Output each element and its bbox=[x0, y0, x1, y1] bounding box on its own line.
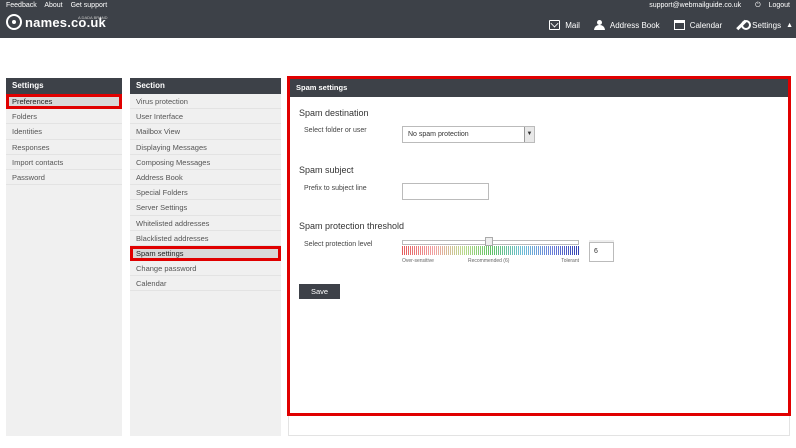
protection-level-input[interactable]: 6 bbox=[589, 242, 614, 262]
spam-destination-heading: Spam destination bbox=[299, 108, 369, 118]
save-button[interactable]: Save bbox=[299, 284, 340, 299]
user-area: support@webmailguide.co.uk ⏻ Logout bbox=[643, 2, 790, 10]
nav-mail[interactable]: Mail bbox=[542, 14, 587, 36]
spam-destination-value: No spam protection bbox=[408, 131, 469, 138]
section-item-spam-settings[interactable]: Spam settings bbox=[130, 245, 281, 262]
mail-icon bbox=[549, 20, 561, 30]
address-book-icon bbox=[593, 20, 605, 30]
section-panel: Section Virus protection User Interface … bbox=[130, 78, 281, 436]
subject-prefix-label: Prefix to subject line bbox=[304, 185, 367, 192]
section-item-calendar[interactable]: Calendar bbox=[130, 276, 281, 292]
dropdown-arrow-icon[interactable]: ▼ bbox=[524, 127, 534, 142]
caret-up-icon[interactable]: ▲ bbox=[786, 22, 793, 29]
section-panel-title: Section bbox=[130, 78, 281, 94]
label-over-sensitive: Over-sensitive bbox=[402, 258, 434, 264]
section-item-blacklisted-addresses[interactable]: Blacklisted addresses bbox=[130, 231, 281, 246]
feedback-link[interactable]: Feedback bbox=[6, 2, 37, 9]
settings-item-import-contacts[interactable]: Import contacts bbox=[6, 155, 122, 170]
nav-settings[interactable]: Settings ▲ bbox=[729, 14, 796, 36]
nav-mail-label: Mail bbox=[565, 20, 580, 30]
get-support-link[interactable]: Get support bbox=[71, 2, 108, 9]
spam-destination-select[interactable]: No spam protection ▼ bbox=[402, 126, 535, 143]
settings-item-responses[interactable]: Responses bbox=[6, 140, 122, 155]
protection-level-label: Select protection level bbox=[304, 241, 373, 248]
protection-slider-thumb[interactable] bbox=[485, 237, 493, 246]
about-link[interactable]: About bbox=[44, 2, 62, 9]
main-nav: Mail Address Book Calendar Settings ▲ bbox=[542, 14, 796, 36]
protection-scale bbox=[402, 246, 579, 255]
spam-settings-panel: Spam settings Spam destination Select fo… bbox=[287, 76, 791, 416]
nav-calendar-label: Calendar bbox=[689, 20, 723, 30]
section-item-server-settings[interactable]: Server Settings bbox=[130, 200, 281, 216]
nav-address-book-label: Address Book bbox=[609, 20, 660, 30]
label-recommended: Recommended (6) bbox=[468, 258, 510, 264]
content-panel-bottom bbox=[288, 416, 790, 436]
section-item-whitelisted-addresses[interactable]: Whitelisted addresses bbox=[130, 216, 281, 231]
top-bar: Feedback About Get support support@webma… bbox=[0, 0, 796, 38]
label-tolerant: Tolerant bbox=[561, 258, 579, 264]
section-item-displaying-messages[interactable]: Displaying Messages bbox=[130, 140, 281, 155]
logo-icon bbox=[6, 14, 22, 30]
settings-item-folders[interactable]: Folders bbox=[6, 109, 122, 125]
spam-subject-heading: Spam subject bbox=[299, 165, 354, 175]
settings-panel: Settings Preferences Folders Identities … bbox=[6, 78, 122, 436]
destination-label: Select folder or user bbox=[304, 127, 367, 134]
section-list: Virus protection User Interface Mailbox … bbox=[130, 94, 281, 292]
spam-threshold-heading: Spam protection threshold bbox=[299, 221, 405, 231]
settings-item-preferences[interactable]: Preferences bbox=[6, 94, 122, 110]
section-item-virus-protection[interactable]: Virus protection bbox=[130, 94, 281, 110]
user-email[interactable]: support@webmailguide.co.uk bbox=[649, 2, 741, 9]
subject-prefix-input[interactable] bbox=[402, 183, 489, 200]
logout-button[interactable]: ⏻ Logout bbox=[749, 2, 790, 9]
section-item-change-password[interactable]: Change password bbox=[130, 261, 281, 277]
wrench-icon bbox=[736, 20, 752, 30]
section-item-composing-messages[interactable]: Composing Messages bbox=[130, 155, 281, 170]
nav-calendar[interactable]: Calendar bbox=[667, 14, 729, 36]
settings-item-password[interactable]: Password bbox=[6, 170, 122, 186]
logout-label: Logout bbox=[768, 2, 790, 9]
power-icon: ⏻ bbox=[755, 2, 761, 9]
settings-item-identities[interactable]: Identities bbox=[6, 124, 122, 140]
section-item-address-book[interactable]: Address Book bbox=[130, 170, 281, 186]
content-title: Spam settings bbox=[290, 79, 788, 97]
settings-list: Preferences Folders Identities Responses… bbox=[6, 94, 122, 186]
nav-address-book[interactable]: Address Book bbox=[587, 14, 667, 36]
brand-sub: A DADA BRAND bbox=[78, 15, 108, 20]
top-links: Feedback About Get support bbox=[6, 2, 113, 9]
calendar-icon bbox=[673, 20, 685, 30]
section-item-mailbox-view[interactable]: Mailbox View bbox=[130, 124, 281, 140]
section-item-special-folders[interactable]: Special Folders bbox=[130, 185, 281, 201]
nav-settings-label: Settings bbox=[752, 20, 782, 30]
section-item-user-interface[interactable]: User Interface bbox=[130, 109, 281, 125]
settings-panel-title: Settings bbox=[6, 78, 122, 94]
